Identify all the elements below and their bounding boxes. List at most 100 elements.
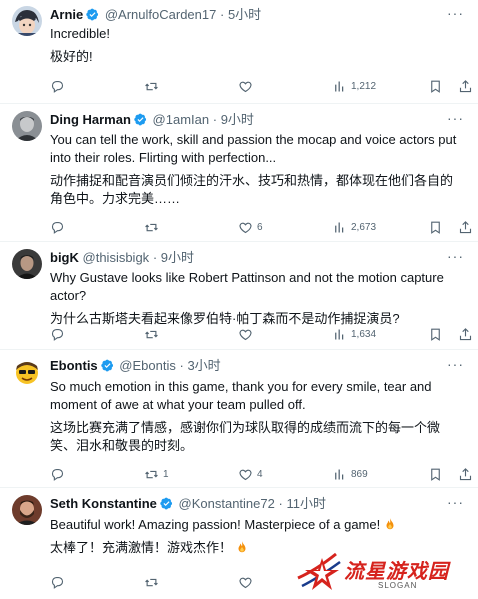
author-handle[interactable]: @Konstantine72 xyxy=(179,496,275,511)
retweet-button[interactable] xyxy=(144,78,163,94)
tweet-text-english: Why Gustave looks like Robert Pattinson … xyxy=(50,270,444,303)
bookmark-button[interactable] xyxy=(428,219,443,235)
bookmark-button[interactable] xyxy=(428,78,443,94)
verified-badge-icon xyxy=(101,359,114,372)
author-name[interactable]: Ding Harman xyxy=(50,112,131,127)
share-button[interactable] xyxy=(458,78,473,94)
anime-avatar-icon[interactable] xyxy=(12,6,42,36)
separator: · xyxy=(152,250,158,265)
views-chart-icon xyxy=(332,467,347,482)
author-name[interactable]: Arnie xyxy=(50,7,83,22)
tweet-header: Ding Harman @1amIan · 9小时 xyxy=(50,112,438,128)
timestamp[interactable]: 3小时 xyxy=(187,358,220,373)
author-handle[interactable]: @ArnulfoCarden17 xyxy=(105,7,216,22)
tweet-text-english-content: Beautiful work! Amazing passion! Masterp… xyxy=(50,517,381,532)
views-chart-icon xyxy=(332,220,347,235)
author-handle[interactable]: @1amIan xyxy=(153,112,210,127)
bookmark-icon xyxy=(428,467,443,482)
reply-icon xyxy=(50,220,65,235)
share-icon xyxy=(458,467,473,482)
author-name[interactable]: Ebontis xyxy=(50,358,98,373)
fire-emoji-icon xyxy=(386,518,394,530)
timestamp[interactable]: 9小时 xyxy=(221,112,254,127)
tweet-text-translation: 这场比赛充满了情感，感谢你们为球队取得的成绩而流下的每一个微笑、泪水和敬畏的时刻… xyxy=(50,420,441,453)
timestamp[interactable]: 9小时 xyxy=(161,250,194,265)
like-button[interactable] xyxy=(238,326,257,342)
author-name[interactable]: bigK xyxy=(50,250,79,265)
grey-portrait-avatar-icon[interactable] xyxy=(12,111,42,141)
retweet-button[interactable] xyxy=(144,574,163,590)
like-button[interactable] xyxy=(238,78,257,94)
tweet[interactable]: Arnie @ArnulfoCarden17 · 5小时 ··· Incredi… xyxy=(0,0,478,104)
more-options-icon[interactable]: ··· xyxy=(447,6,464,20)
shooting-star-logo-icon xyxy=(297,552,341,590)
watermark-slogan: SLOGAN xyxy=(378,581,418,590)
share-button[interactable] xyxy=(458,326,473,342)
view-count: 869 xyxy=(351,468,368,480)
tweet[interactable]: Ding Harman @1amIan · 9小时 ··· You can te… xyxy=(0,105,478,242)
retweet-count: 1 xyxy=(163,468,169,480)
heart-icon xyxy=(238,79,253,94)
views-button[interactable]: 869 xyxy=(332,466,368,482)
emoji-avatar-icon[interactable] xyxy=(12,357,42,387)
separator: · xyxy=(278,496,283,511)
tweet[interactable]: bigK @thisisbigk · 9小时 ··· Why Gustave l… xyxy=(0,243,478,350)
heart-icon xyxy=(238,575,253,590)
tweet-text: Why Gustave looks like Robert Pattinson … xyxy=(50,269,462,328)
more-options-icon[interactable]: ··· xyxy=(447,249,464,263)
share-button[interactable] xyxy=(458,219,473,235)
watermark-logo: 流星游戏园 SLOGAN xyxy=(296,548,466,596)
reply-icon xyxy=(50,79,65,94)
reply-icon xyxy=(50,467,65,482)
author-handle[interactable]: @Ebontis xyxy=(119,358,176,373)
view-count: 1,634 xyxy=(351,328,377,340)
tweet-actions: 1 4 869 xyxy=(50,466,428,482)
fire-emoji-icon xyxy=(238,541,246,553)
retweet-button[interactable] xyxy=(144,326,163,342)
tweet-text-translation: 动作捕捉和配音演员们倾注的汗水、技巧和热情，都体现在他们各自的角色中。力求完美…… xyxy=(50,173,454,206)
share-button[interactable] xyxy=(458,466,473,482)
retweet-button[interactable] xyxy=(144,219,163,235)
tweet-header: bigK @thisisbigk · 9小时 xyxy=(50,250,438,266)
retweet-button[interactable]: 1 xyxy=(144,466,169,482)
views-button[interactable]: 1,634 xyxy=(332,326,376,342)
like-button[interactable]: 6 xyxy=(238,219,263,235)
reply-button[interactable] xyxy=(50,574,69,590)
dark-portrait-avatar-icon[interactable] xyxy=(12,249,42,279)
author-handle[interactable]: @thisisbigk xyxy=(83,250,150,265)
tweet-text-translation: 极好的! xyxy=(50,49,93,64)
more-options-icon[interactable]: ··· xyxy=(447,357,464,371)
tweet-actions: 1,212 xyxy=(50,78,428,94)
tweet[interactable]: Ebontis @Ebontis · 3小时 ··· So much emoti… xyxy=(0,351,478,488)
verified-badge-icon xyxy=(160,497,173,510)
bookmark-button[interactable] xyxy=(428,466,443,482)
more-options-icon[interactable]: ··· xyxy=(447,495,464,509)
reply-button[interactable] xyxy=(50,326,69,342)
timestamp[interactable]: 11小时 xyxy=(286,496,326,511)
bookmark-button[interactable] xyxy=(428,326,443,342)
reply-button[interactable] xyxy=(50,78,69,94)
bearded-man-avatar-icon[interactable] xyxy=(12,495,42,525)
author-name[interactable]: Seth Konstantine xyxy=(50,496,157,511)
heart-icon xyxy=(238,467,253,482)
views-button[interactable]: 2,673 xyxy=(332,219,376,235)
tweet-text-english: So much emotion in this game, thank you … xyxy=(50,379,432,412)
tweet-text-english: Incredible! xyxy=(50,26,110,41)
heart-icon xyxy=(238,327,253,342)
separator: · xyxy=(179,358,184,373)
reply-icon xyxy=(50,575,65,590)
bookmark-icon xyxy=(428,327,443,342)
tweet-header: Arnie @ArnulfoCarden17 · 5小时 xyxy=(50,7,438,23)
like-button[interactable]: 4 xyxy=(238,466,263,482)
reply-button[interactable] xyxy=(50,219,69,235)
separator: · xyxy=(219,7,225,22)
views-button[interactable]: 1,212 xyxy=(332,78,376,94)
reply-button[interactable] xyxy=(50,466,69,482)
more-options-icon[interactable]: ··· xyxy=(447,111,464,125)
tweet-text: Incredible! 极好的! xyxy=(50,25,462,66)
timestamp[interactable]: 5小时 xyxy=(228,7,261,22)
tweet-header: Seth Konstantine @Konstantine72 · 11小时 xyxy=(50,496,438,512)
tweet-text: So much emotion in this game, thank you … xyxy=(50,378,462,455)
retweet-icon xyxy=(144,575,159,590)
like-button[interactable] xyxy=(238,574,257,590)
